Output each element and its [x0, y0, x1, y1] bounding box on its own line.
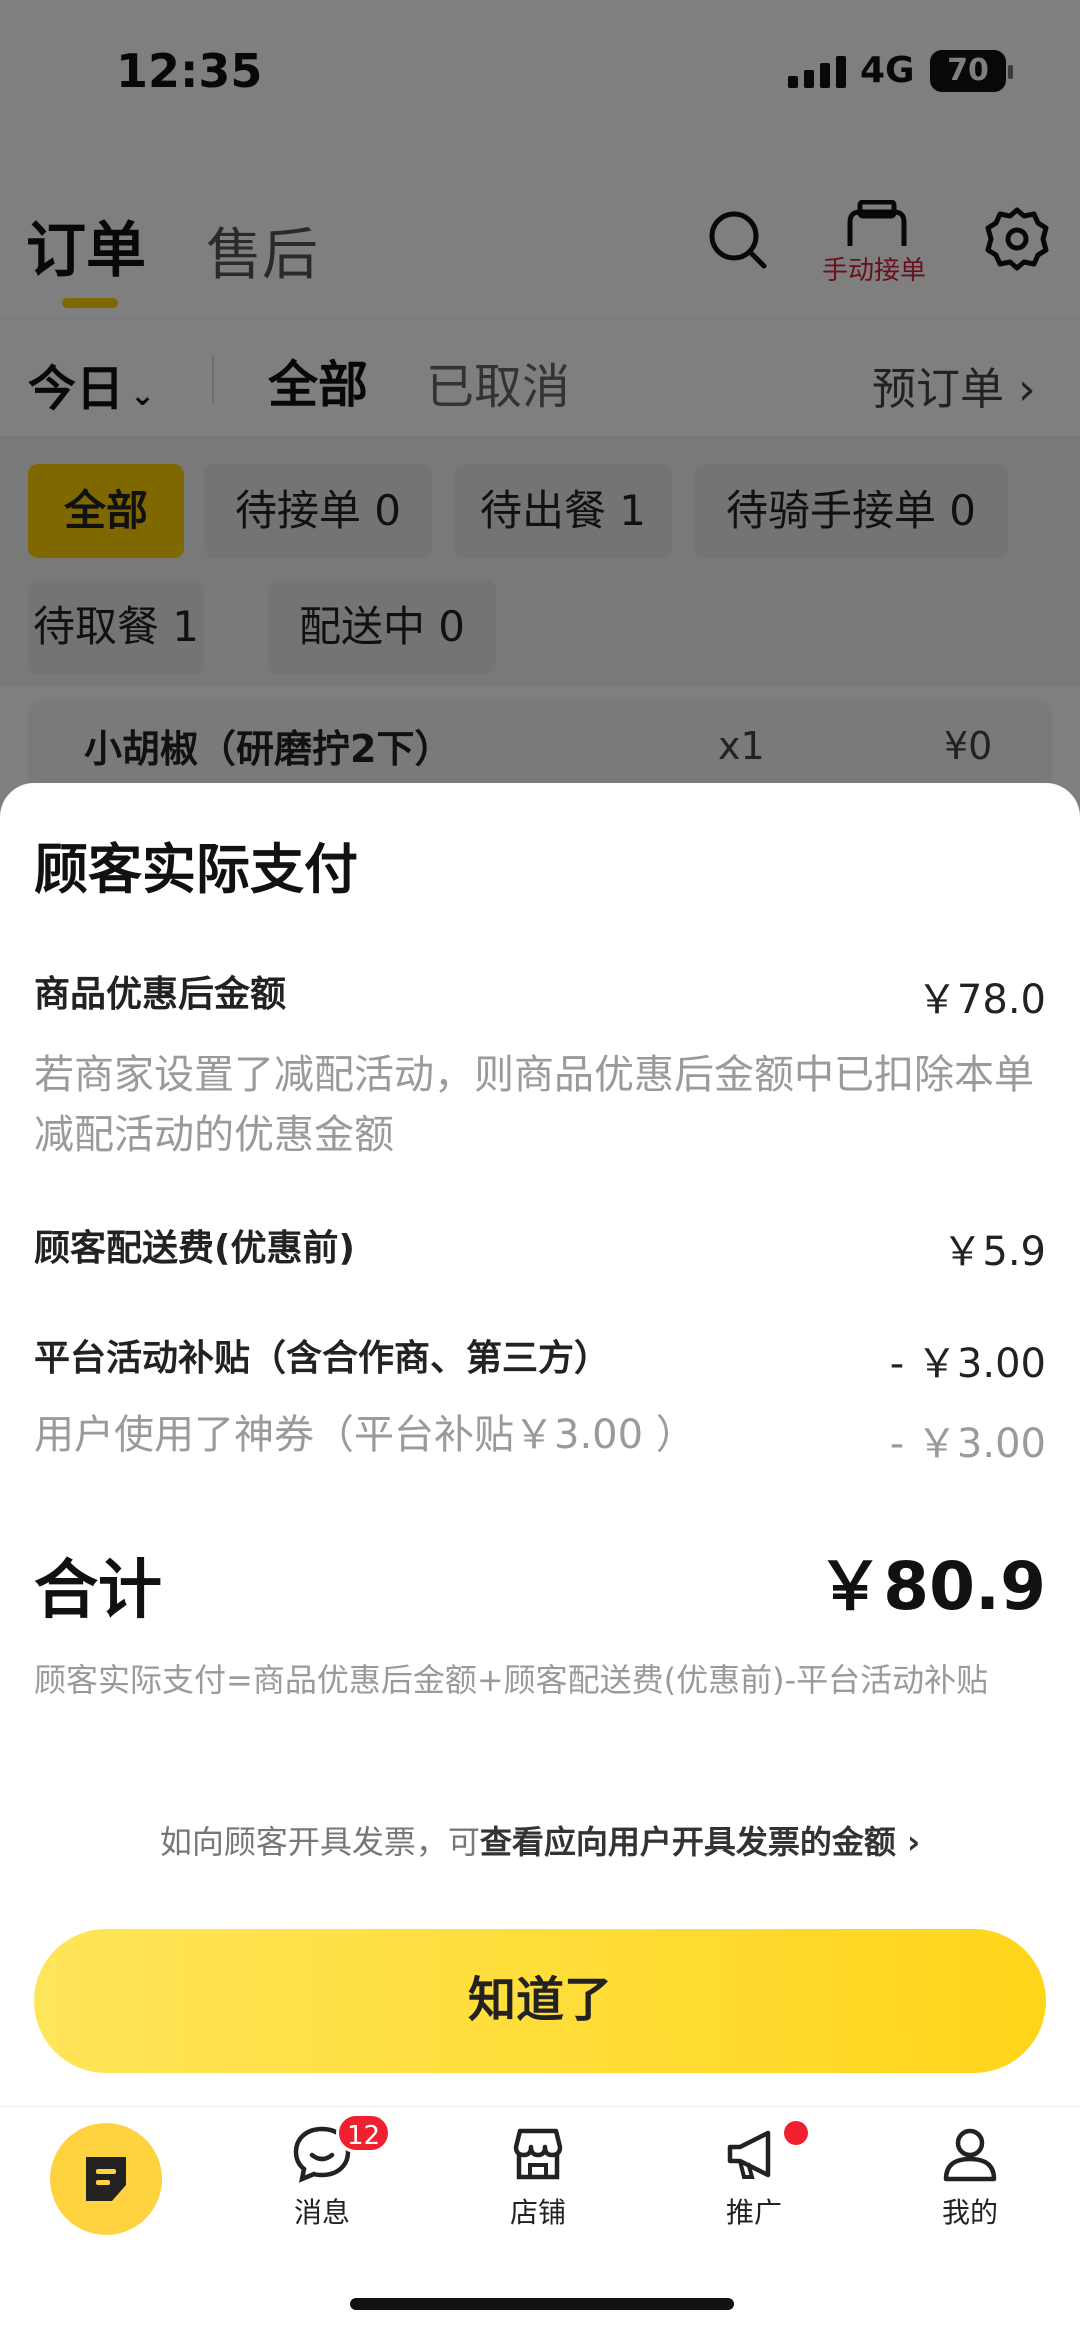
- delivery-fee-value: ￥5.9: [942, 1229, 1046, 1275]
- total-label: 合计: [34, 1554, 162, 1628]
- nav-promotion-label: 推广: [725, 2196, 782, 2229]
- got-it-button[interactable]: 知道了: [34, 1929, 1046, 2073]
- chevron-right-icon[interactable]: ›: [896, 1823, 920, 1861]
- invoice-hint: 如向顾客开具发票，可查看应向用户开具发票的金额 ›: [0, 1817, 1080, 1863]
- sheet-title: 顾客实际支付: [34, 838, 358, 901]
- invoice-amount-link[interactable]: 查看应向用户开具发票的金额: [480, 1823, 896, 1861]
- nav-store-label: 店铺: [509, 2196, 566, 2229]
- store-icon: [513, 2128, 563, 2180]
- payment-detail-sheet: 顾客实际支付 商品优惠后金额 ￥78.0 若商家设置了减配活动，则商品优惠后金额…: [0, 783, 1080, 2337]
- goods-amount-value: ￥78.0: [916, 977, 1046, 1023]
- promotion-red-dot: [784, 2121, 808, 2145]
- invoice-prefix: 如向顾客开具发票，可: [159, 1823, 480, 1861]
- nav-messages-label: 消息: [293, 2196, 350, 2229]
- delivery-fee-label: 顾客配送费(优惠前): [34, 1228, 355, 1269]
- coupon-subsidy-value: - ￥3.00: [889, 1421, 1046, 1467]
- order-note-icon: [86, 2157, 126, 2201]
- nav-profile[interactable]: 我的: [900, 2125, 1040, 2231]
- coupon-subsidy-label: 用户使用了神券（平台补贴￥3.00 ）: [34, 1412, 696, 1458]
- messages-badge: 12: [336, 2113, 392, 2153]
- user-icon: [943, 2128, 997, 2182]
- goods-amount-label: 商品优惠后金额: [34, 974, 287, 1015]
- payment-formula: 顾客实际支付=商品优惠后金额+顾客配送费(优惠前)-平台活动补贴: [34, 1661, 989, 1699]
- megaphone-icon: [727, 2130, 771, 2179]
- platform-subsidy-value: - ￥3.00: [889, 1341, 1046, 1387]
- total-value: ￥80.9: [817, 1548, 1046, 1625]
- goods-amount-note: 若商家设置了减配活动，则商品优惠后金额中已扣除本单减配活动的优惠金额: [34, 1052, 1034, 1158]
- home-indicator[interactable]: [350, 2298, 734, 2310]
- nav-store[interactable]: 店铺: [468, 2125, 608, 2231]
- nav-orders-button[interactable]: [50, 2123, 162, 2235]
- nav-profile-label: 我的: [941, 2196, 998, 2229]
- platform-subsidy-label: 平台活动补贴（含合作商、第三方）: [34, 1338, 611, 1379]
